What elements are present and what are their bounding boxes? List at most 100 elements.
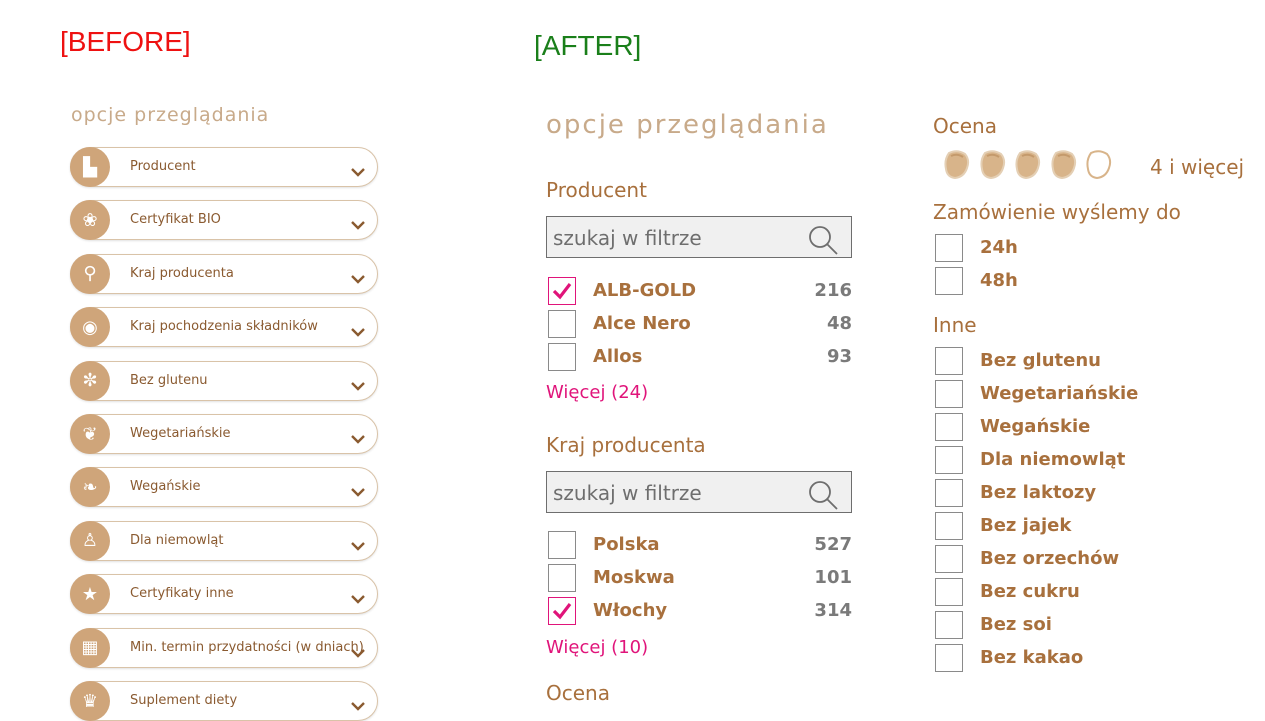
before-label: [BEFORE] bbox=[60, 26, 191, 57]
rating-selector[interactable] bbox=[943, 150, 1123, 180]
producent-search-input[interactable]: szukaj w filtrze bbox=[546, 216, 852, 258]
checkbox[interactable] bbox=[548, 343, 576, 371]
filter-option-row[interactable]: Bez soi bbox=[935, 611, 1185, 641]
before-filter-item[interactable]: ♛ Suplement diety bbox=[70, 681, 378, 721]
before-panel-title: opcje przeglądania bbox=[71, 104, 270, 126]
rating-filled-icon[interactable] bbox=[943, 150, 971, 184]
chevron-down-icon[interactable] bbox=[351, 429, 365, 444]
leaf-icon: ❦ bbox=[70, 414, 110, 454]
before-filter-item[interactable]: ▦ Min. termin przydatności (w dniach) bbox=[70, 627, 378, 668]
filter-option-row[interactable]: 24h bbox=[935, 234, 1185, 264]
before-filter-label: Certyfikaty inne bbox=[130, 586, 234, 602]
filter-option-row[interactable]: Wegetariańskie bbox=[935, 380, 1185, 410]
option-label: Bez cukru bbox=[980, 581, 1080, 602]
chevron-down-icon[interactable] bbox=[351, 269, 365, 284]
before-filter-item[interactable]: ◉ Kraj pochodzenia składników bbox=[70, 307, 378, 348]
chevron-down-icon[interactable] bbox=[351, 215, 365, 231]
chevron-down-icon[interactable] bbox=[351, 162, 365, 177]
option-label: Wegańskie bbox=[980, 416, 1091, 437]
checkbox[interactable] bbox=[935, 545, 963, 573]
after-panel-title: opcje przeglądania bbox=[546, 110, 829, 140]
option-label: Wegetariańskie bbox=[980, 383, 1139, 404]
checkbox[interactable] bbox=[548, 310, 576, 338]
before-filter-label: Bez glutenu bbox=[130, 372, 208, 388]
filter-option-row[interactable]: Bez glutenu bbox=[935, 347, 1185, 377]
bio-leaf-icon: ❀ bbox=[70, 200, 110, 241]
chevron-down-icon[interactable] bbox=[351, 376, 365, 391]
filter-option-row[interactable]: Alce Nero 48 bbox=[548, 310, 852, 340]
filter-option-row[interactable]: 48h bbox=[935, 267, 1185, 297]
checkbox[interactable] bbox=[935, 380, 963, 408]
before-filter-label: Wegańskie bbox=[130, 479, 201, 495]
checkbox[interactable] bbox=[548, 277, 576, 305]
filter-option-row[interactable]: Wegańskie bbox=[935, 413, 1185, 443]
filter-option-row[interactable]: Bez laktozy bbox=[935, 479, 1185, 509]
checkbox[interactable] bbox=[548, 564, 576, 592]
checkbox[interactable] bbox=[935, 512, 963, 540]
filter-option-row[interactable]: Bez jajek bbox=[935, 512, 1185, 542]
kraj-search-input[interactable]: szukaj w filtrze bbox=[546, 471, 852, 513]
before-filter-item[interactable]: ▙ Producent bbox=[70, 147, 378, 187]
trophy-icon: ♛ bbox=[70, 681, 110, 721]
option-count: 101 bbox=[814, 567, 852, 588]
filter-option-row[interactable]: Bez kakao bbox=[935, 644, 1185, 674]
filter-option-row[interactable]: Polska 527 bbox=[548, 531, 852, 561]
checkbox[interactable] bbox=[935, 644, 963, 672]
producent-more-link[interactable]: Więcej (24) bbox=[546, 382, 648, 403]
checkbox[interactable] bbox=[935, 234, 963, 262]
option-count: 527 bbox=[814, 534, 852, 555]
filter-option-row[interactable]: Dla niemowląt bbox=[935, 446, 1185, 476]
search-icon[interactable] bbox=[807, 224, 839, 256]
chevron-down-icon[interactable] bbox=[351, 643, 365, 658]
chevron-down-icon[interactable] bbox=[351, 482, 365, 498]
checkbox[interactable] bbox=[935, 446, 963, 474]
before-filter-item[interactable]: ♙ Dla niemowląt bbox=[70, 520, 378, 561]
before-filter-item[interactable]: ❧ Wegańskie bbox=[70, 467, 378, 508]
filter-option-row[interactable]: Włochy 314 bbox=[548, 597, 852, 627]
rating-filled-icon[interactable] bbox=[1050, 150, 1078, 184]
option-count: 48 bbox=[826, 313, 852, 334]
checkbox[interactable] bbox=[548, 597, 576, 625]
chevron-down-icon[interactable] bbox=[351, 322, 365, 337]
checkbox[interactable] bbox=[935, 578, 963, 606]
filter-option-row[interactable]: Bez cukru bbox=[935, 578, 1185, 608]
kraj-more-link[interactable]: Więcej (10) bbox=[546, 637, 648, 658]
checkbox[interactable] bbox=[935, 413, 963, 441]
before-filter-label: Suplement diety bbox=[130, 693, 238, 708]
before-filter-item[interactable]: ❀ Certyfikat BIO bbox=[70, 200, 378, 241]
option-label: Bez laktozy bbox=[980, 482, 1097, 503]
search-icon[interactable] bbox=[807, 479, 839, 511]
filter-option-row[interactable]: Bez orzechów bbox=[935, 545, 1185, 575]
chevron-down-icon[interactable] bbox=[351, 696, 365, 711]
filter-option-row[interactable]: Moskwa 101 bbox=[548, 564, 852, 594]
rating-text: 4 i więcej bbox=[1150, 155, 1245, 179]
checkbox[interactable] bbox=[548, 531, 576, 559]
checkbox[interactable] bbox=[935, 347, 963, 375]
checkbox[interactable] bbox=[935, 611, 963, 639]
checkbox[interactable] bbox=[935, 479, 963, 507]
search-placeholder: szukaj w filtrze bbox=[553, 226, 702, 250]
rating-filled-icon[interactable] bbox=[979, 150, 1007, 184]
ocena-heading-bottom: Ocena bbox=[546, 681, 610, 705]
chevron-down-icon[interactable] bbox=[351, 589, 365, 604]
chevron-down-icon[interactable] bbox=[351, 536, 365, 551]
option-label: Bez soi bbox=[980, 614, 1052, 635]
before-filter-item[interactable]: ✼ Bez glutenu bbox=[70, 360, 378, 401]
before-filter-label: Kraj pochodzenia składników bbox=[130, 319, 318, 335]
before-filter-item[interactable]: ⚲ Kraj producenta bbox=[70, 253, 378, 294]
option-count: 93 bbox=[826, 346, 852, 367]
calendar-icon: ▦ bbox=[70, 627, 110, 668]
vegan-leaf-icon: ❧ bbox=[70, 467, 110, 508]
factory-icon: ▙ bbox=[70, 147, 110, 187]
before-filter-item[interactable]: ❦ Wegetariańskie bbox=[70, 414, 378, 454]
checkbox[interactable] bbox=[935, 267, 963, 295]
before-filter-item[interactable]: ★ Certyfikaty inne bbox=[70, 574, 378, 615]
baby-bottle-icon: ♙ bbox=[70, 520, 110, 561]
option-label: Moskwa bbox=[593, 567, 675, 588]
rating-filled-icon[interactable] bbox=[1014, 150, 1042, 184]
filter-option-row[interactable]: ALB-GOLD 216 bbox=[548, 277, 852, 307]
rating-empty-icon[interactable] bbox=[1085, 150, 1113, 184]
filter-option-row[interactable]: Allos 93 bbox=[548, 343, 852, 373]
option-label: Alce Nero bbox=[593, 313, 691, 334]
option-label: Bez glutenu bbox=[980, 350, 1101, 371]
